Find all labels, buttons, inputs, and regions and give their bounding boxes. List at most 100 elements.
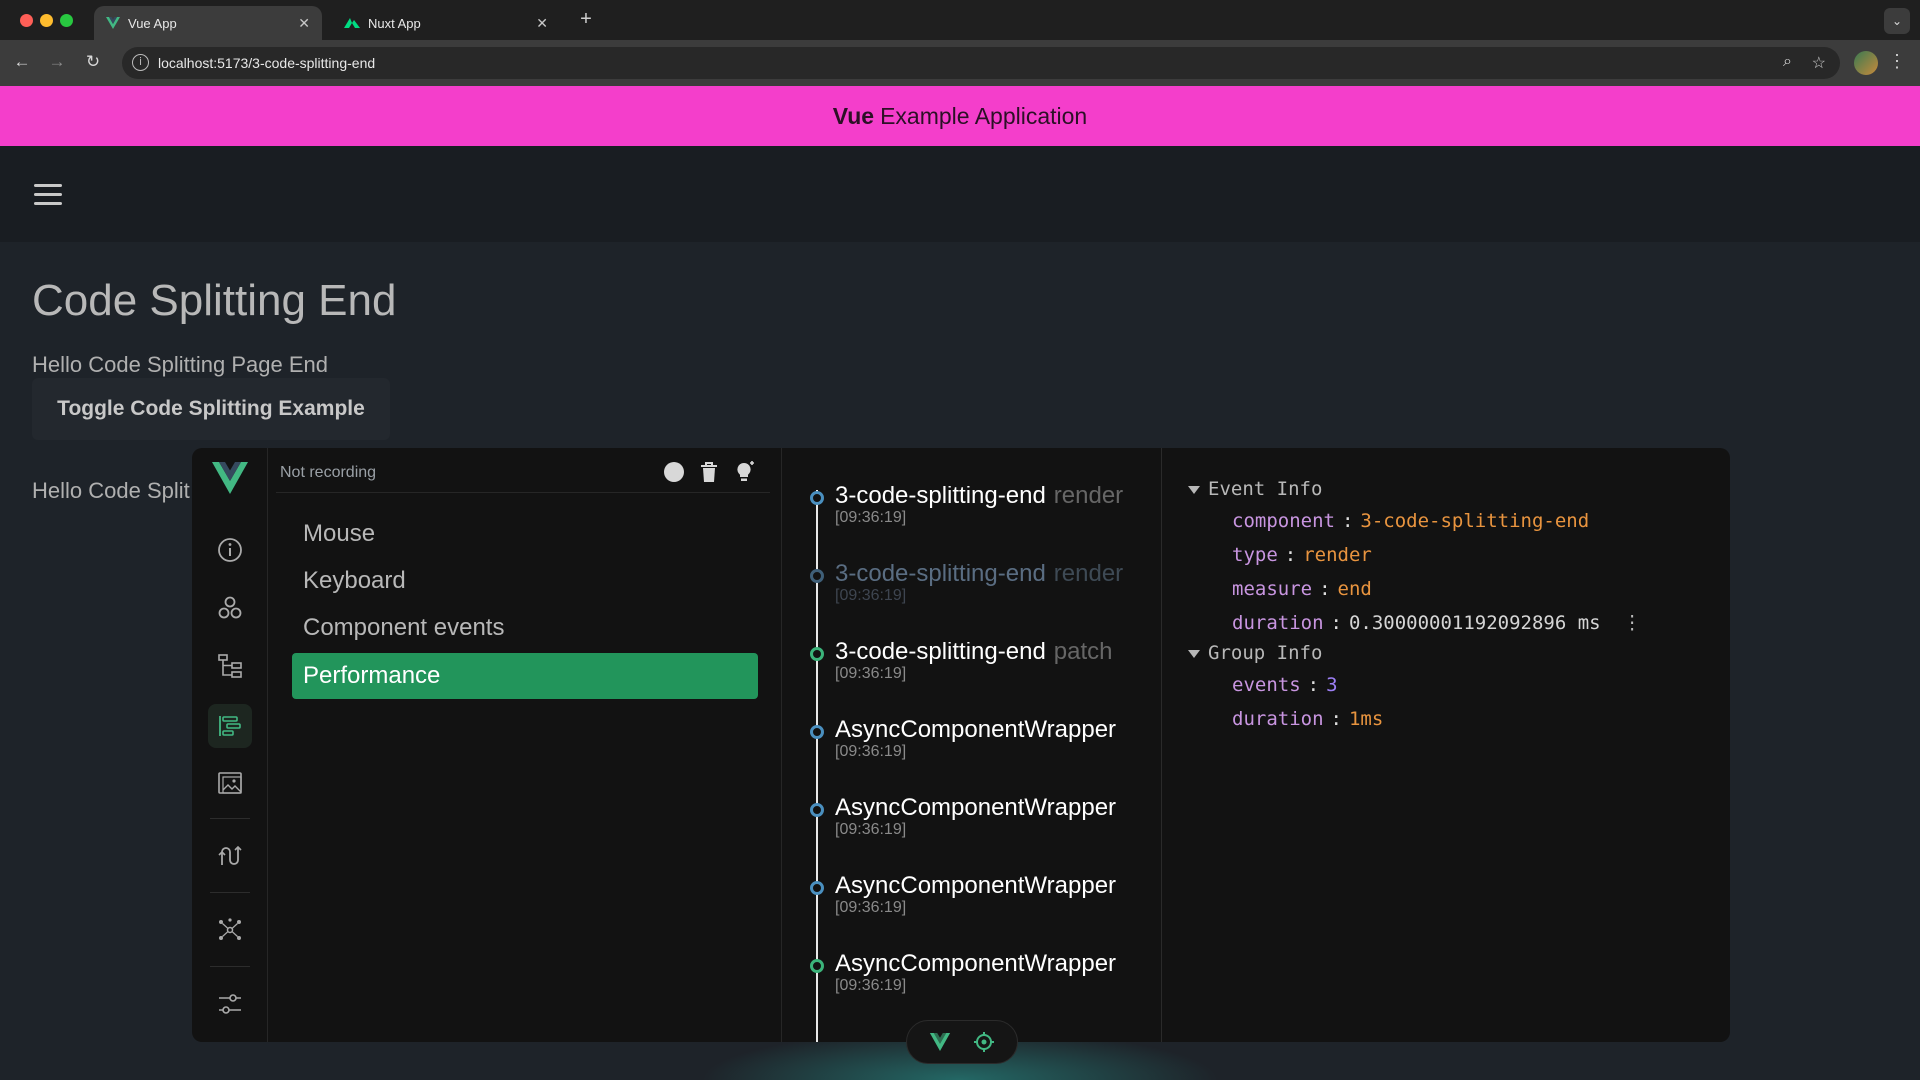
detail-row-group-duration: duration:1ms xyxy=(1232,708,1384,730)
event-time: [09:36:19] xyxy=(835,899,907,916)
close-window-button[interactable] xyxy=(20,14,33,27)
assets-image-icon[interactable] xyxy=(208,762,252,806)
page-title: Code Splitting End xyxy=(32,276,397,325)
browser-menu-icon[interactable]: ⋮ xyxy=(1888,51,1906,72)
timeline-event[interactable]: AsyncComponentWrapper [09:36:19] xyxy=(806,876,1156,936)
timeline-event[interactable]: 3-code-splitting-end patch [09:36:19] xyxy=(806,642,1156,702)
browser-toolbar: ← → ↻ i localhost:5173/3-code-splitting-… xyxy=(0,40,1920,86)
devtools-sidebar xyxy=(192,448,268,1042)
lightbulb-icon[interactable] xyxy=(732,460,756,484)
layer-component-events[interactable]: Component events xyxy=(292,605,758,651)
recording-status: Not recording xyxy=(280,464,377,481)
timeline-event[interactable]: 3-code-splitting-end render [09:36:19] xyxy=(806,486,1156,546)
layer-performance[interactable]: Performance xyxy=(292,653,758,699)
inspect-target-icon[interactable] xyxy=(973,1031,995,1053)
reload-button[interactable]: ↻ xyxy=(82,52,104,72)
close-tab-icon[interactable]: ✕ xyxy=(536,15,548,32)
detail-key: component xyxy=(1232,510,1335,532)
timeline-event[interactable]: AsyncComponentWrapper [09:36:19] xyxy=(806,798,1156,858)
expand-triangle-icon xyxy=(1188,649,1200,658)
event-time: [09:36:19] xyxy=(835,977,907,994)
toolbar-divider xyxy=(276,492,770,493)
tab-title: Nuxt App xyxy=(368,15,421,31)
new-tab-button[interactable]: + xyxy=(574,8,598,31)
browser-tab-vue-app[interactable]: Vue App ✕ xyxy=(94,6,322,40)
graph-icon[interactable] xyxy=(208,908,252,952)
nuxt-favicon-icon xyxy=(344,18,360,28)
more-options-icon[interactable]: ⋮ xyxy=(1623,612,1642,634)
detail-row-component: component:3-code-splitting-end xyxy=(1232,510,1590,532)
event-info-title: Event Info xyxy=(1208,478,1323,500)
components-icon[interactable] xyxy=(208,586,252,630)
toggle-code-splitting-button[interactable]: Toggle Code Splitting Example xyxy=(32,378,390,440)
layer-mouse[interactable]: Mouse xyxy=(292,511,758,557)
minimize-window-button[interactable] xyxy=(40,14,53,27)
event-details-pane: Event Info component:3-code-splitting-en… xyxy=(1162,448,1730,1042)
detail-key: measure xyxy=(1232,578,1313,600)
forward-button[interactable]: → xyxy=(46,52,68,72)
sidebar-separator xyxy=(210,892,250,893)
detail-value: 1ms xyxy=(1348,708,1384,730)
expand-triangle-icon xyxy=(1188,485,1200,494)
event-info-toggle[interactable]: Event Info xyxy=(1188,478,1322,500)
detail-value: render xyxy=(1303,544,1372,566)
browser-tab-nuxt-app[interactable]: Nuxt App ✕ xyxy=(332,6,560,40)
timeline-icon[interactable] xyxy=(208,704,252,748)
detail-key: events xyxy=(1232,674,1301,696)
profile-avatar[interactable] xyxy=(1854,51,1878,75)
record-icon[interactable] xyxy=(662,460,686,484)
detail-value: 3-code-splitting-end xyxy=(1360,510,1590,532)
address-bar[interactable]: i localhost:5173/3-code-splitting-end ⌕ … xyxy=(122,47,1840,79)
header-vue-word: Vue xyxy=(832,102,875,129)
trash-icon[interactable] xyxy=(697,460,721,484)
header-title-rest: Example Application xyxy=(880,102,1088,129)
component-tree-icon[interactable] xyxy=(208,644,252,688)
zoom-icon[interactable]: ⌕ xyxy=(1783,53,1792,71)
event-dot xyxy=(810,803,824,817)
group-info-toggle[interactable]: Group Info xyxy=(1188,642,1322,664)
detail-row-duration: duration:0.30000001192092896 ms ⋮ xyxy=(1232,612,1642,634)
tab-search-button[interactable]: ⌄ xyxy=(1884,8,1910,34)
sidebar-separator xyxy=(210,818,250,819)
event-name: AsyncComponentWrapper xyxy=(835,720,1117,743)
bookmark-star-icon[interactable]: ☆ xyxy=(1812,53,1826,73)
detail-value: 3 xyxy=(1326,674,1338,696)
detail-row-events: events:3 xyxy=(1232,674,1338,696)
settings-sliders-icon[interactable] xyxy=(208,982,252,1026)
event-name: AsyncComponentWrapper xyxy=(835,954,1117,977)
event-dot xyxy=(810,491,824,505)
hamburger-menu-icon[interactable] xyxy=(34,184,62,206)
event-time: [09:36:19] xyxy=(835,587,907,604)
app-nav-bar xyxy=(0,146,1920,242)
url-text: localhost:5173/3-code-splitting-end xyxy=(158,55,376,71)
sidebar-separator xyxy=(210,966,250,967)
detail-key: duration xyxy=(1232,708,1324,730)
layer-keyboard[interactable]: Keyboard xyxy=(292,558,758,604)
overview-info-icon[interactable] xyxy=(208,528,252,572)
zoom-window-button[interactable] xyxy=(60,14,73,27)
browser-tab-strip: Vue App ✕ Nuxt App ✕ + ⌄ xyxy=(0,0,1920,40)
timeline-event[interactable]: AsyncComponentWrapper [09:36:19] xyxy=(806,954,1156,1014)
vue-devtools-toggle-icon[interactable] xyxy=(929,1033,951,1051)
event-time: [09:36:19] xyxy=(835,509,907,526)
group-info-title: Group Info xyxy=(1208,642,1323,664)
event-time: [09:36:19] xyxy=(835,665,907,682)
detail-value: 0.30000001192092896 ms xyxy=(1348,612,1601,634)
tab-title: Vue App xyxy=(128,15,177,31)
event-dot xyxy=(810,569,824,583)
site-info-icon[interactable]: i xyxy=(132,54,149,71)
devtools-toggle-pill xyxy=(906,1020,1018,1064)
detail-row-type: type: render xyxy=(1232,544,1372,566)
event-subtitle: render xyxy=(1053,564,1124,587)
router-icon[interactable] xyxy=(208,834,252,878)
close-tab-icon[interactable]: ✕ xyxy=(298,15,310,32)
vue-devtools-panel: Not recording Mouse Keyboard Component e… xyxy=(192,448,1730,1042)
back-button[interactable]: ← xyxy=(11,52,33,72)
detail-key: duration xyxy=(1232,612,1324,634)
vue-logo-icon[interactable] xyxy=(212,462,248,494)
event-subtitle: render xyxy=(1053,486,1124,509)
event-name: 3-code-splitting-end xyxy=(835,564,1046,587)
timeline-event[interactable]: 3-code-splitting-end render [09:36:19] xyxy=(806,564,1156,624)
timeline-events-list: 3-code-splitting-end render [09:36:19] 3-… xyxy=(782,448,1162,1042)
timeline-event[interactable]: AsyncComponentWrapper [09:36:19] xyxy=(806,720,1156,780)
